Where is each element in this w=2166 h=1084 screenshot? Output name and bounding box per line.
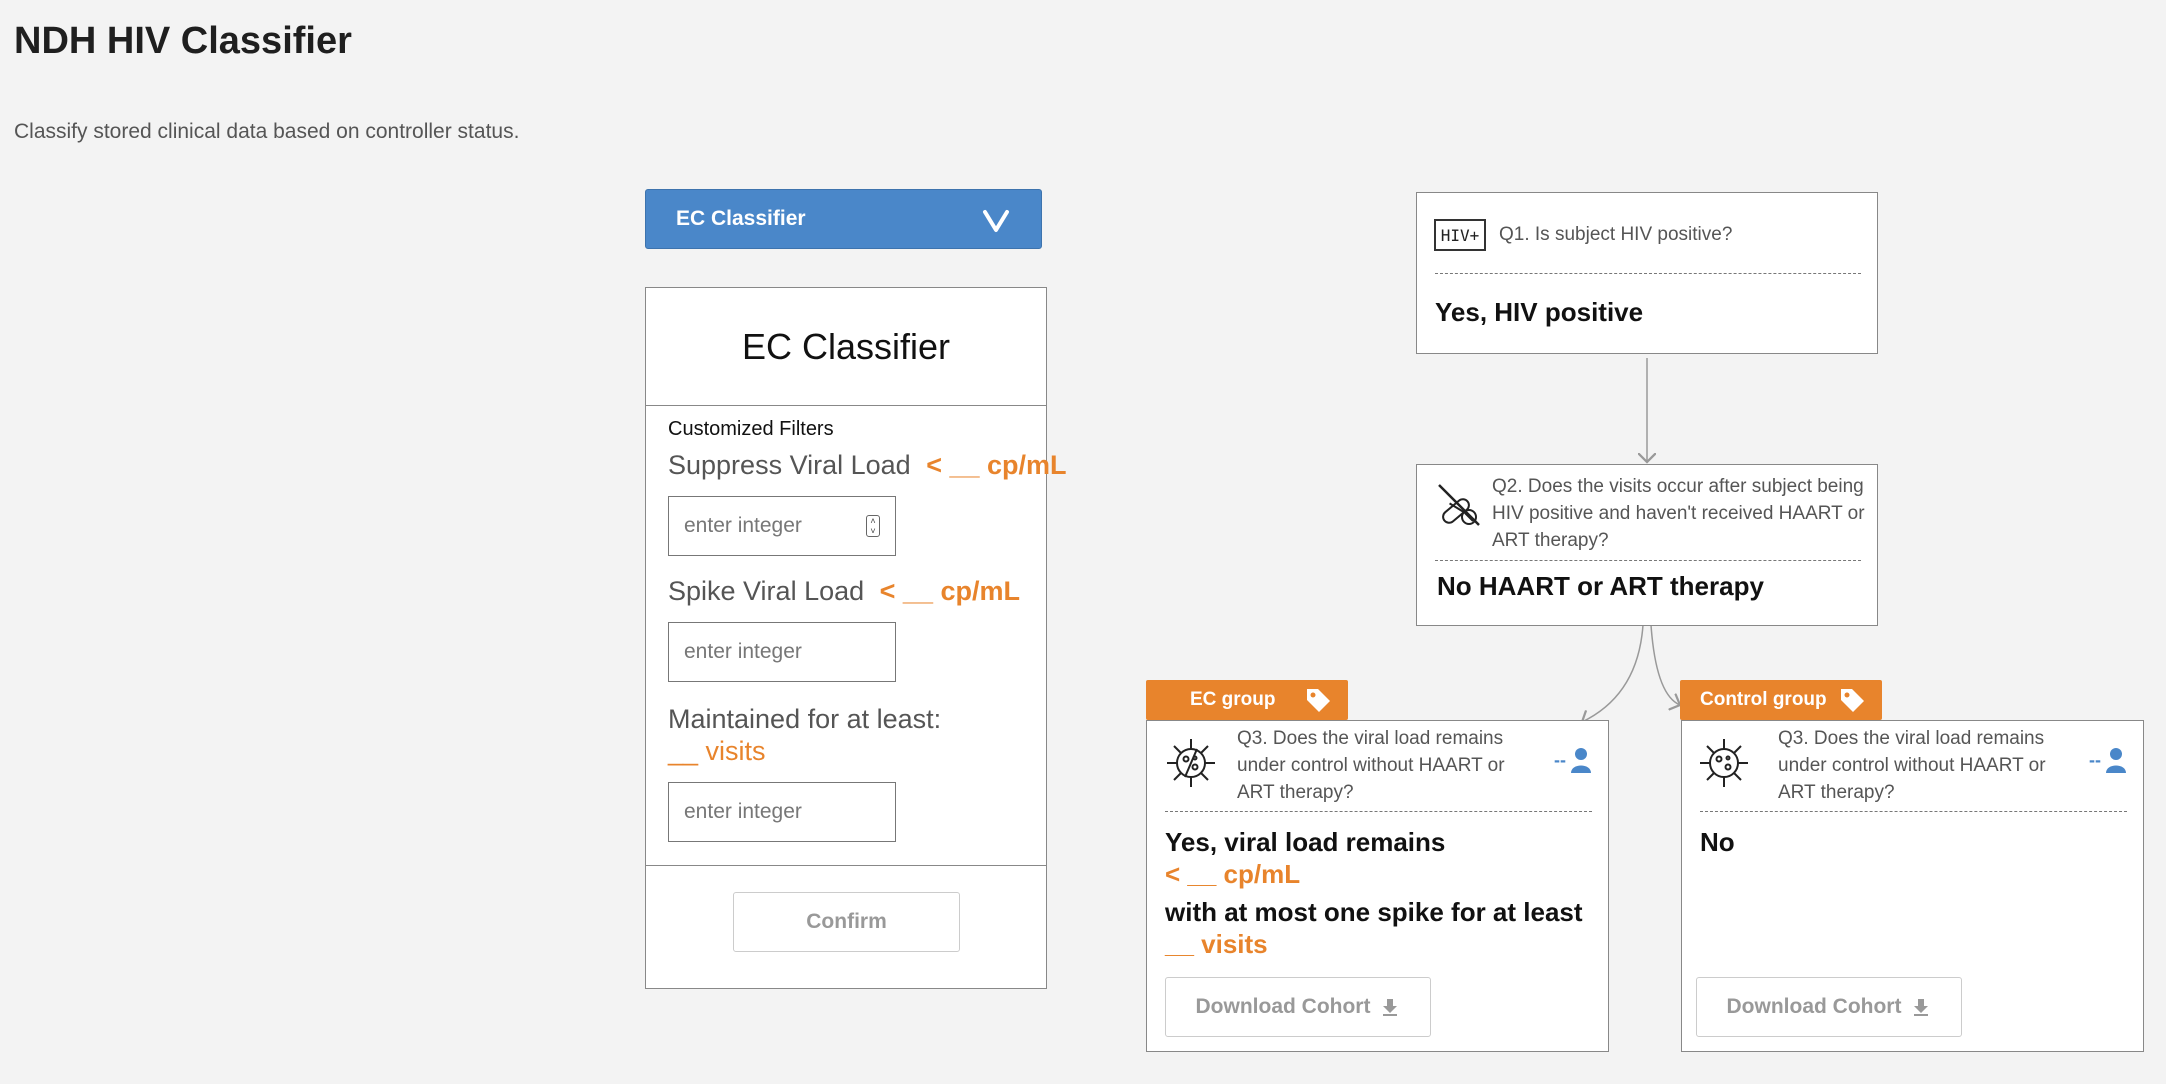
q2-question: Q2. Does the visits occur after subject … bbox=[1492, 476, 1865, 551]
panel-title: EC Classifier bbox=[646, 288, 1046, 406]
ec-answer-unit1: < __ cp/mL bbox=[1165, 859, 1301, 889]
suppress-unit: < __ cp/mL bbox=[926, 450, 1067, 480]
maintained-visits-input[interactable]: enter integer bbox=[668, 782, 896, 842]
ec-answer-line1: Yes, viral load remains bbox=[1165, 827, 1446, 857]
hiv-positive-icon: HIV+ bbox=[1434, 219, 1486, 251]
chevron-down-icon bbox=[983, 210, 1009, 232]
maintained-visits-label: Maintained for at least: bbox=[668, 704, 942, 734]
maintained-input-placeholder: enter integer bbox=[684, 800, 802, 823]
suppress-input-placeholder: enter integer bbox=[684, 514, 802, 537]
ec-cohort-count: -- bbox=[1554, 747, 1592, 773]
q1-card: HIV+ Q1. Is subject HIV positive? Yes, H… bbox=[1416, 192, 1878, 354]
control-answer: No bbox=[1700, 827, 1735, 857]
ec-group-tag-label: EC group bbox=[1190, 689, 1276, 710]
classifier-panel: EC Classifier Customized Filters Suppres… bbox=[645, 287, 1067, 989]
page-subtitle: Classify stored clinical data based on c… bbox=[14, 120, 520, 143]
control-cohort-count: -- bbox=[2089, 747, 2127, 773]
q1-question: Q1. Is subject HIV positive? bbox=[1499, 224, 1733, 245]
virus-icon bbox=[1167, 739, 1215, 787]
page-title: NDH HIV Classifier bbox=[14, 20, 352, 62]
person-icon bbox=[2106, 748, 2126, 773]
q1-answer: Yes, HIV positive bbox=[1435, 297, 1644, 327]
ec-group-tag: EC group bbox=[1146, 680, 1348, 720]
divider bbox=[1435, 560, 1861, 561]
ec-answer-line2: with at most one spike for at least bbox=[1165, 897, 1583, 927]
filters-section-label: Customized Filters bbox=[668, 418, 834, 440]
ec-answer-unit2: __ visits bbox=[1165, 929, 1268, 959]
ec-question: Q3. Does the viral load remains under co… bbox=[1237, 728, 1505, 803]
spike-label-text: Spike Viral Load bbox=[668, 576, 865, 606]
control-group-card: Q3. Does the viral load remains under co… bbox=[1681, 720, 2144, 1052]
tag-icon bbox=[1841, 689, 1864, 712]
person-icon bbox=[1571, 748, 1591, 773]
divider bbox=[1700, 811, 2127, 812]
no-medication-icon bbox=[1438, 484, 1480, 526]
control-question: Q3. Does the viral load remains under co… bbox=[1778, 728, 2046, 803]
confirm-button[interactable]: Confirm bbox=[733, 892, 960, 952]
number-spinner-icon[interactable]: ˄ ˅ bbox=[866, 515, 880, 537]
control-download-label: Download Cohort bbox=[1726, 995, 1902, 1018]
spike-unit: < __ cp/mL bbox=[879, 576, 1020, 606]
q2-card: Q2. Does the visits occur after subject … bbox=[1416, 464, 1878, 626]
suppress-label-text: Suppress Viral Load bbox=[668, 450, 911, 480]
spike-viral-load-input[interactable]: enter integer bbox=[668, 622, 896, 682]
spike-viral-load-label: Spike Viral Load < __ cp/mL bbox=[668, 576, 1020, 607]
q2-answer: No HAART or ART therapy bbox=[1437, 571, 1764, 601]
classifier-dropdown[interactable]: EC Classifier bbox=[645, 189, 1042, 249]
ec-download-cohort-button[interactable]: Download Cohort bbox=[1165, 977, 1431, 1037]
download-icon bbox=[1383, 999, 1398, 1016]
control-group-tag: Control group bbox=[1680, 680, 1882, 720]
maintained-visits-unit: __ visits bbox=[668, 736, 766, 766]
control-group-tag-label: Control group bbox=[1700, 689, 1827, 710]
virus-icon bbox=[1700, 739, 1748, 787]
ec-download-label: Download Cohort bbox=[1195, 995, 1371, 1018]
download-icon bbox=[1914, 999, 1929, 1016]
tag-icon bbox=[1307, 689, 1330, 712]
divider bbox=[1435, 273, 1861, 274]
control-count-value: -- bbox=[2089, 749, 2101, 770]
spike-input-placeholder: enter integer bbox=[684, 640, 802, 663]
dropdown-selected-label: EC Classifier bbox=[676, 207, 806, 230]
suppress-viral-load-label: Suppress Viral Load < __ cp/mL bbox=[668, 450, 1067, 481]
suppress-viral-load-input[interactable]: enter integer ˄ ˅ bbox=[668, 496, 896, 556]
filters-section: Customized Filters Suppress Viral Load <… bbox=[646, 406, 1067, 866]
divider bbox=[1165, 811, 1592, 812]
ec-group-card: Q3. Does the viral load remains under co… bbox=[1146, 720, 1609, 1052]
control-download-cohort-button[interactable]: Download Cohort bbox=[1696, 977, 1962, 1037]
ec-count-value: -- bbox=[1554, 749, 1566, 770]
